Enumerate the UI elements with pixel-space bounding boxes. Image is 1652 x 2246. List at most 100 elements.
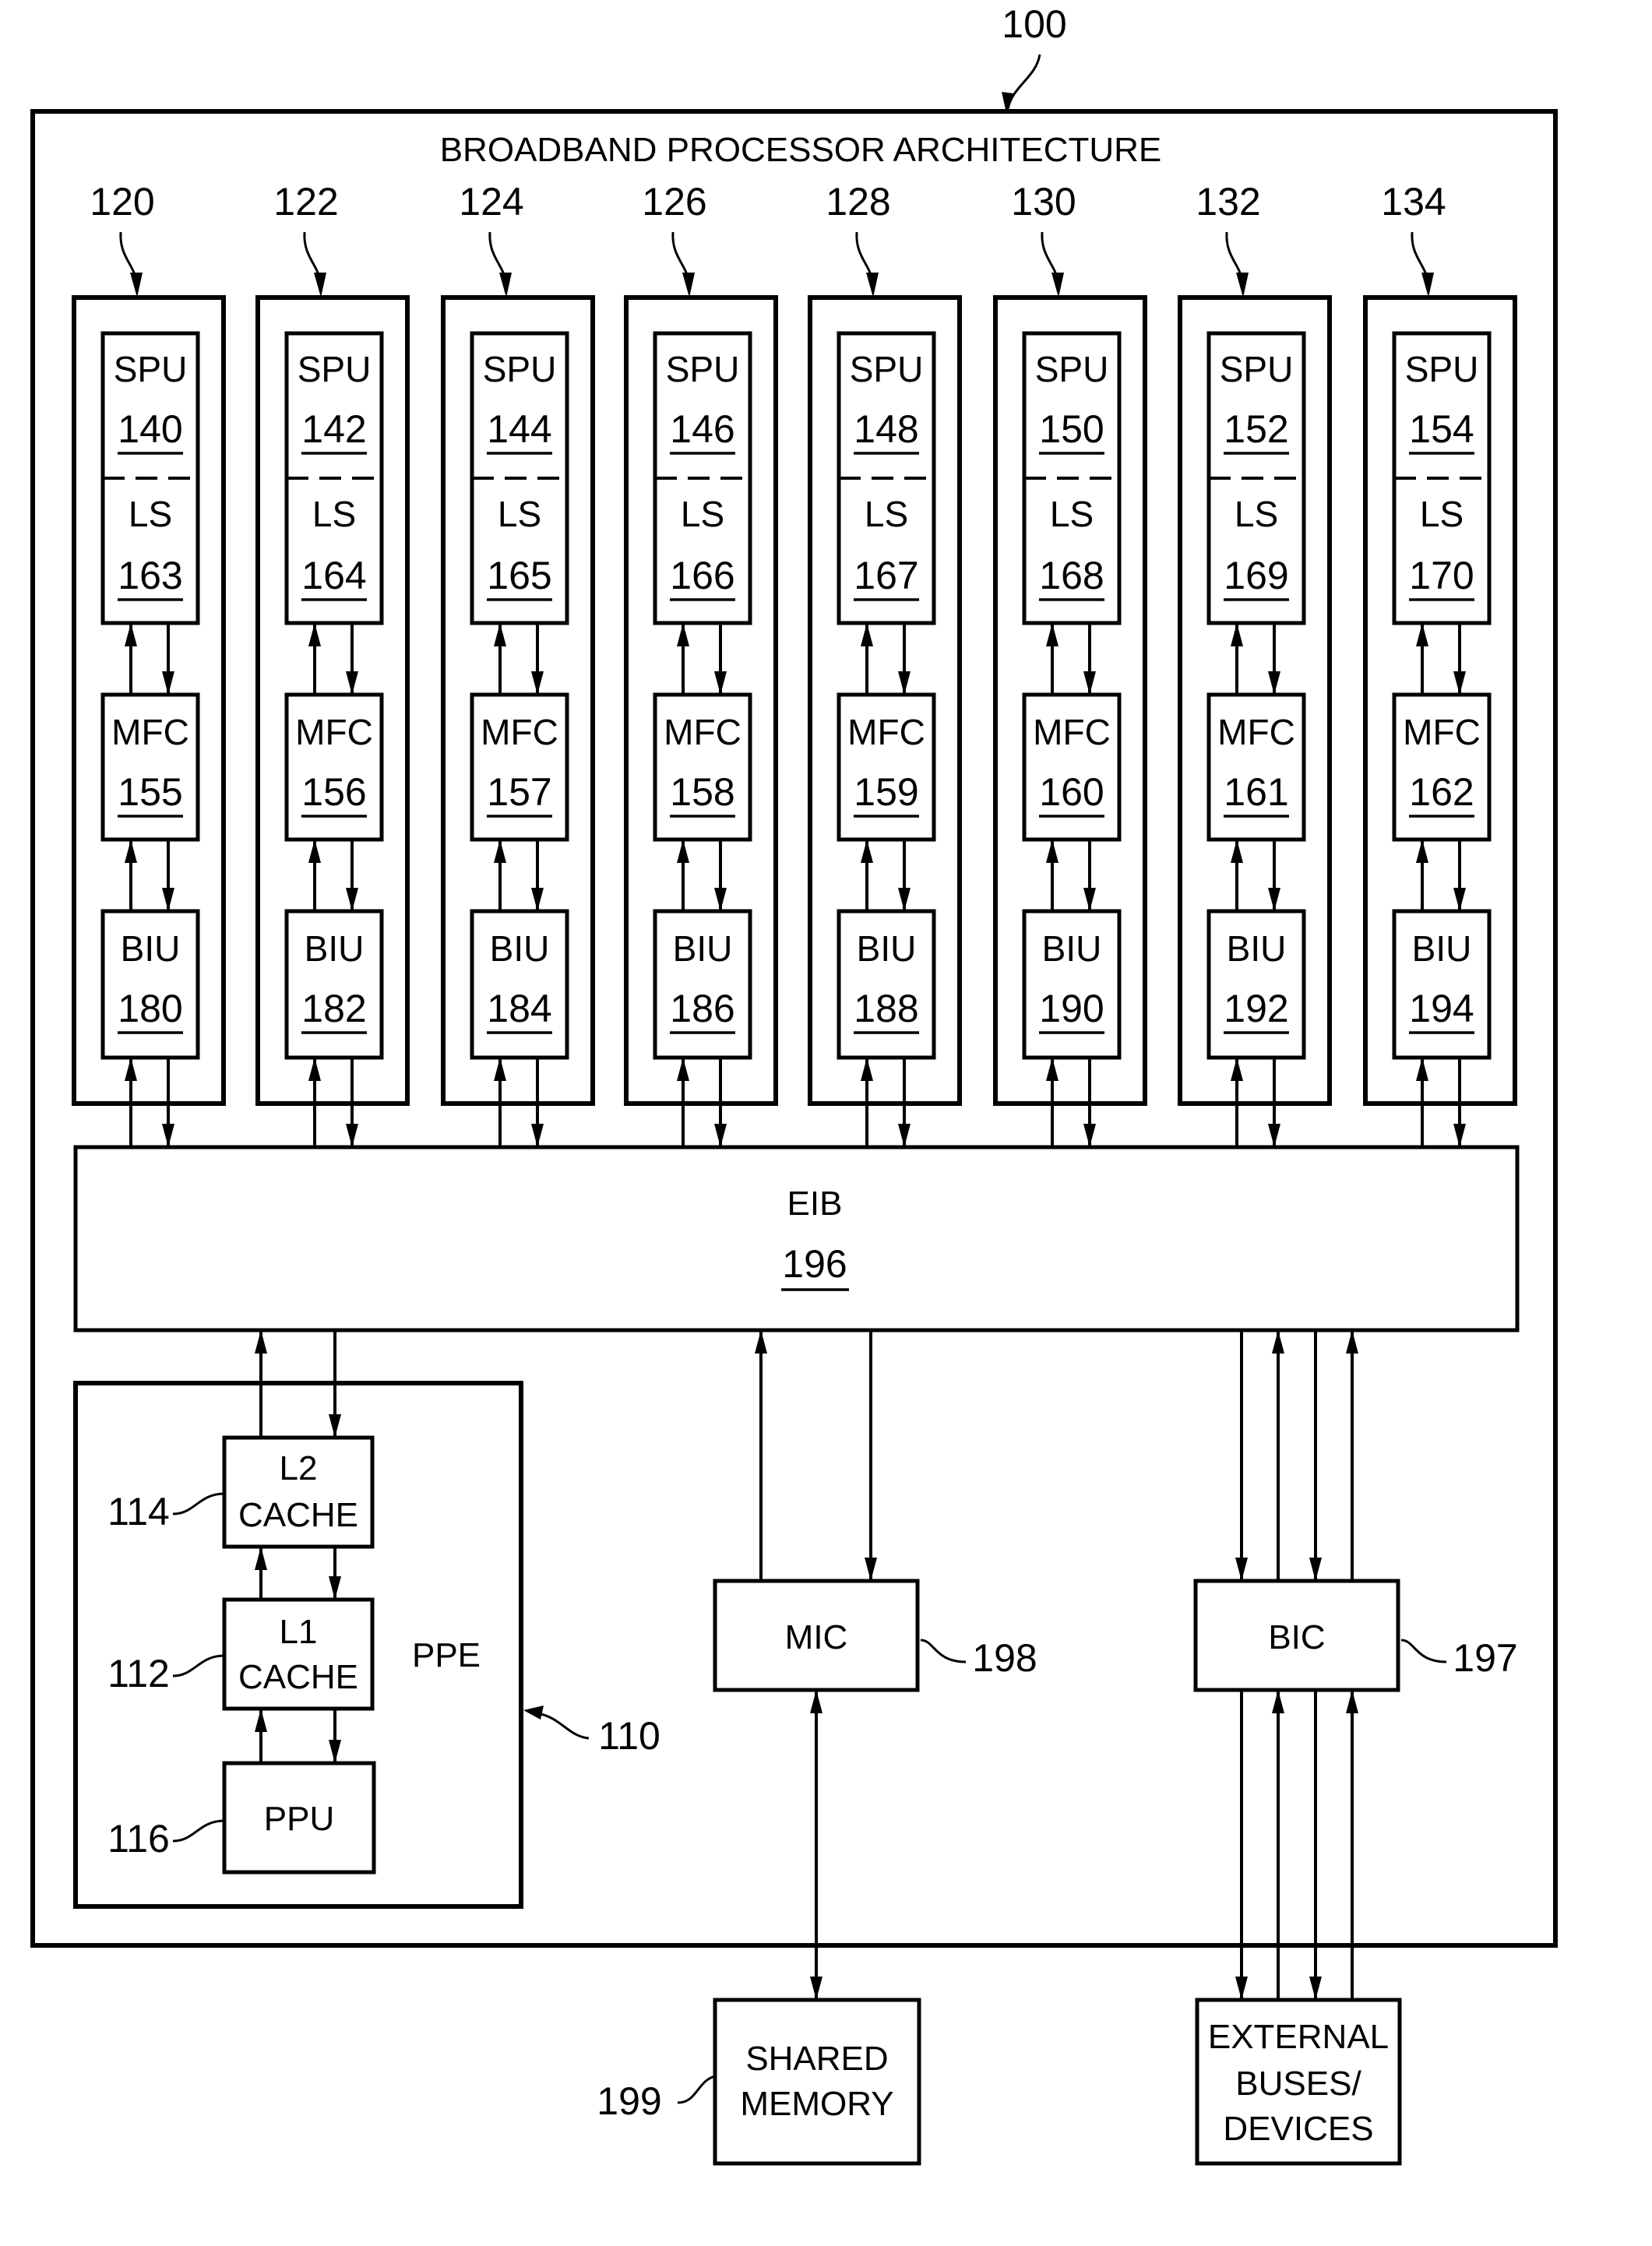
bic-to-eib-arrow: [1272, 1330, 1284, 1581]
biu-ref: 184: [487, 987, 551, 1030]
mic-leader: [920, 1639, 967, 1663]
l1-cache-label-line2: CACHE: [238, 1658, 358, 1696]
ls-label: LS: [1420, 494, 1464, 534]
spe-column: 126 SPU 146 LS 166 MFC 158 BIU 186: [624, 180, 778, 1147]
bic-to-eib-arrow-arrowhead: [1346, 1330, 1358, 1354]
mfc-ref: 157: [487, 770, 551, 814]
bic-to-external-arrow: [1235, 1690, 1248, 2000]
l1-cache-ref: 112: [107, 1652, 170, 1695]
processor-title: BROADBAND PROCESSOR ARCHITECTURE: [440, 131, 1162, 169]
bic-to-external-arrow: [1309, 1690, 1322, 2000]
bic-to-eib-arrow: [1346, 1330, 1358, 1581]
mic-to-eib-arrow: [755, 1330, 767, 1581]
mic-to-eib-arrow-arrowhead: [755, 1330, 767, 1354]
spu-ref: 140: [118, 407, 182, 451]
ls-ref: 168: [1039, 554, 1104, 597]
spe-ref-arrowhead: [1051, 273, 1064, 297]
ls-label: LS: [681, 494, 724, 534]
biu-label: BIU: [121, 928, 181, 969]
shared-memory-box: [713, 1998, 921, 2166]
shared-memory-label-line1: SHARED: [745, 2040, 888, 2078]
biu-ref: 188: [854, 987, 918, 1030]
biu-label: BIU: [305, 928, 365, 969]
biu-label: BIU: [1227, 928, 1287, 969]
broadband-processor-diagram: 100 BROADBAND PROCESSOR ARCHITECTURE 120…: [30, 2, 1558, 2166]
mfc-ref: 159: [854, 770, 918, 814]
spe-column: 130 SPU 150 LS 168 MFC 160 BIU 190: [993, 180, 1147, 1147]
eib-to-bic-arrow: [1309, 1330, 1322, 1581]
spe-ref-arrowhead: [130, 273, 143, 297]
ls-ref: 169: [1224, 554, 1288, 597]
shared-memory-leader: [677, 2075, 716, 2104]
ls-ref: 167: [854, 554, 918, 597]
figure-ref-leader: [1006, 54, 1041, 110]
biu-to-eib-arrow-arrowhead: [1083, 1124, 1096, 1147]
biu-ref: 194: [1409, 987, 1474, 1030]
mfc-ref: 161: [1224, 770, 1288, 814]
spe-ref-label: 134: [1381, 180, 1446, 224]
l1-cache-label-line1: L1: [280, 1613, 318, 1651]
mfc-ref: 155: [118, 770, 182, 814]
spe-ref-arrowhead: [499, 273, 512, 297]
bic-to-external-arrow-arrowhead: [1309, 1977, 1322, 2000]
ppe-leader: [537, 1712, 590, 1740]
external-label-line3: DEVICES: [1223, 2110, 1373, 2148]
mfc-label: MFC: [664, 712, 741, 752]
mfc-ref: 160: [1039, 770, 1104, 814]
mfc-label: MFC: [295, 712, 373, 752]
mfc-label: MFC: [1217, 712, 1295, 752]
external-to-bic-arrow: [1272, 1690, 1284, 2000]
biu-to-eib-arrow-arrowhead: [1453, 1124, 1466, 1147]
mfc-label: MFC: [847, 712, 925, 752]
external-to-bic-arrow: [1346, 1690, 1358, 2000]
biu-label: BIU: [673, 928, 733, 969]
biu-label: BIU: [1412, 928, 1472, 969]
biu-to-eib-arrow-arrowhead: [1268, 1124, 1280, 1147]
mfc-label: MFC: [1033, 712, 1111, 752]
spe-column: 128 SPU 148 LS 167 MFC 159 BIU 188: [808, 180, 962, 1147]
spe-ref-arrowhead: [682, 273, 695, 297]
ls-ref: 164: [301, 554, 366, 597]
bic-ref: 197: [1453, 1636, 1517, 1680]
mfc-label: MFC: [1403, 712, 1481, 752]
biu-label: BIU: [857, 928, 917, 969]
spu-ref: 142: [301, 407, 366, 451]
spu-ref: 146: [670, 407, 734, 451]
external-to-bic-arrow-arrowhead: [1346, 1690, 1358, 1713]
spe-ref-arrowhead: [1236, 273, 1249, 297]
biu-to-eib-arrow-arrowhead: [898, 1124, 911, 1147]
biu-ref: 182: [301, 987, 366, 1030]
ls-label: LS: [865, 494, 908, 534]
eib-label: EIB: [787, 1185, 843, 1223]
spe-ref-label: 124: [459, 180, 523, 224]
spu-label: SPU: [114, 349, 188, 389]
ls-ref: 165: [487, 554, 551, 597]
eib-to-mic-arrow: [865, 1330, 877, 1581]
l2-cache-label-line1: L2: [280, 1449, 318, 1487]
eib-to-bic-arrow: [1235, 1330, 1248, 1581]
spe-ref-arrowhead: [314, 273, 326, 297]
l2-to-eib-arrow-arrowhead: [255, 1330, 267, 1354]
bic-leader: [1400, 1639, 1447, 1663]
biu-ref: 190: [1039, 987, 1104, 1030]
ppe-ref-arrowhead: [523, 1706, 544, 1720]
external-to-bic-arrow-arrowhead: [1272, 1690, 1284, 1713]
bic-to-external-arrow-arrowhead: [1235, 1977, 1248, 2000]
mfc-label: MFC: [111, 712, 189, 752]
spu-ref: 152: [1224, 407, 1288, 451]
ppu-label: PPU: [264, 1800, 334, 1838]
eib-to-bic-arrow-arrowhead: [1309, 1558, 1322, 1581]
biu-ref: 180: [118, 987, 182, 1030]
figure-ref-label: 100: [1002, 2, 1066, 46]
spu-label: SPU: [1405, 349, 1479, 389]
ls-ref: 166: [670, 554, 734, 597]
mfc-ref: 158: [670, 770, 734, 814]
mfc-ref: 156: [301, 770, 366, 814]
eib-to-mic-arrow-arrowhead: [865, 1558, 877, 1581]
spe-ref-label: 122: [273, 180, 338, 224]
spe-column: 122 SPU 142 LS 164 MFC 156 BIU 182: [255, 180, 410, 1147]
spe-column: 124 SPU 144 LS 165 MFC 157 BIU 184: [441, 180, 595, 1147]
ls-label: LS: [312, 494, 356, 534]
biu-ref: 186: [670, 987, 734, 1030]
mfc-ref: 162: [1409, 770, 1474, 814]
